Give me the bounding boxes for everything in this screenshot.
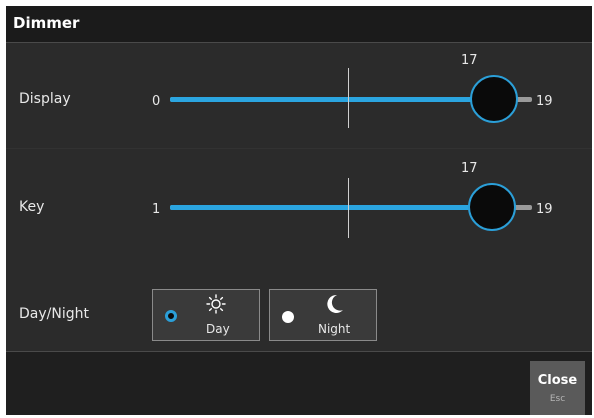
display-slider-midpoint-mark bbox=[348, 68, 349, 128]
sun-icon bbox=[206, 294, 226, 314]
display-min-value: 0 bbox=[152, 94, 161, 109]
close-button[interactable]: Close Esc bbox=[530, 361, 585, 415]
display-current-value: 17 bbox=[461, 53, 478, 68]
footer-bar bbox=[6, 351, 592, 415]
key-slider-fill bbox=[170, 205, 492, 210]
day-label: Day bbox=[206, 322, 230, 336]
title-bar: Dimmer bbox=[6, 6, 592, 42]
title-divider bbox=[6, 42, 592, 43]
day-mode-button[interactable]: Day bbox=[152, 289, 260, 341]
dialog-title: Dimmer bbox=[13, 14, 80, 32]
row-divider bbox=[6, 148, 592, 149]
night-radio-unselected[interactable] bbox=[282, 311, 294, 323]
key-slider-midpoint-mark bbox=[348, 178, 349, 238]
night-label: Night bbox=[318, 322, 351, 336]
footer-divider bbox=[6, 351, 592, 352]
night-mode-button[interactable]: Night bbox=[269, 289, 377, 341]
key-slider-handle[interactable] bbox=[467, 183, 516, 231]
day-radio-selected[interactable] bbox=[165, 310, 177, 322]
display-slider-handle[interactable] bbox=[469, 75, 518, 123]
close-button-label: Close bbox=[537, 373, 578, 388]
key-max-value: 19 bbox=[536, 202, 553, 217]
key-min-value: 1 bbox=[152, 202, 161, 217]
display-label: Display bbox=[19, 91, 71, 107]
key-label: Key bbox=[19, 199, 45, 215]
day-night-label: Day/Night bbox=[19, 306, 89, 322]
moon-icon bbox=[327, 294, 343, 313]
display-max-value: 19 bbox=[536, 94, 553, 109]
key-current-value: 17 bbox=[461, 161, 478, 176]
close-shortcut-hint: Esc bbox=[549, 394, 566, 404]
display-slider-fill bbox=[170, 97, 494, 102]
dimmer-dialog: Dimmer Display 0 17 19 Key 1 17 19 Day/N… bbox=[6, 6, 592, 415]
